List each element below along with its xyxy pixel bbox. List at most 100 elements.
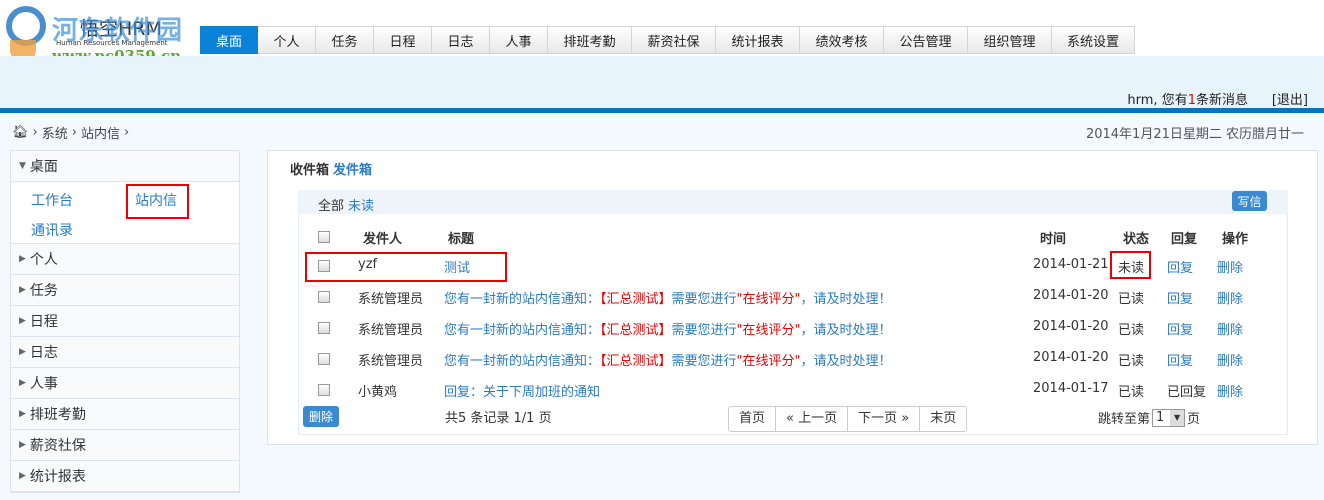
tab-inbox[interactable]: 收件箱 — [290, 163, 329, 178]
pagination: 首页 « 上一页 下一页 » 末页 — [728, 406, 968, 432]
sidebar-item[interactable]: ▶ 排班考勤 — [11, 399, 239, 430]
sidebar-item[interactable]: ▶ 日志 — [11, 337, 239, 368]
message-title-link[interactable]: 回复：关于下周加班的通知 — [444, 381, 600, 400]
filter-bar: 全部 未读 — [298, 190, 1288, 214]
record-summary: 共5 条记录 1/1 页 — [445, 411, 552, 426]
top-band — [0, 56, 1324, 108]
sidebar-item-label: 排班考勤 — [29, 407, 86, 423]
row-status: 已读 — [1118, 292, 1145, 307]
nav-tab[interactable]: 桌面 — [200, 26, 258, 54]
row-delete-link[interactable]: 删除 — [1217, 319, 1243, 338]
current-date: 2014年1月21日星期二 农历腊月廿一 — [1085, 127, 1304, 142]
message-count: 1 — [1187, 93, 1196, 108]
row-checkbox[interactable] — [318, 322, 330, 334]
watermark: 河东软件园 — [52, 16, 183, 46]
logout-link[interactable]: [退出] — [1272, 89, 1308, 108]
sidebar-item-label: 薪资社保 — [29, 438, 86, 454]
row-delete-link[interactable]: 删除 — [1217, 257, 1243, 276]
nav-tab[interactable]: 人事 — [490, 26, 548, 54]
divider-bar — [0, 108, 1324, 113]
sidebar-item-label: 日志 — [29, 345, 58, 361]
caret-right-icon: ▶ — [19, 440, 26, 450]
row-reply[interactable]: 回复 — [1167, 288, 1193, 307]
jump-suffix: 页 — [1187, 412, 1201, 427]
breadcrumb-system[interactable]: 系统 — [42, 123, 68, 142]
nav-tab[interactable]: 日程 — [374, 26, 432, 54]
nav-tab[interactable]: 排班考勤 — [548, 26, 632, 54]
message-title-link[interactable]: 您有一封新的站内信通知：【汇总测试】需要您进行"在线评分"，请及时处理！ — [444, 288, 892, 307]
filter-all[interactable]: 全部 — [318, 195, 344, 214]
sidebar-item-label: 统计报表 — [29, 469, 86, 485]
row-delete-link[interactable]: 删除 — [1217, 288, 1243, 307]
sidebar-item-label: 日程 — [29, 314, 58, 330]
sidebar-item[interactable]: ▶ 统计报表 — [11, 461, 239, 492]
sidebar-item[interactable]: ▶ 任务 — [11, 275, 239, 306]
filter-unread[interactable]: 未读 — [348, 195, 374, 214]
caret-right-icon: ▶ — [19, 471, 26, 481]
first-page-button[interactable]: 首页 — [729, 407, 777, 431]
breadcrumb: 🏠︎ › 系统 › 站内信 › — [12, 123, 130, 142]
page-select[interactable]: 1 ▼ — [1152, 408, 1186, 427]
col-reply: 回复 — [1171, 232, 1198, 247]
row-checkbox[interactable] — [318, 291, 330, 303]
message-title-link[interactable]: 您有一封新的站内信通知：【汇总测试】需要您进行"在线评分"，请及时处理！ — [444, 350, 892, 369]
row-checkbox[interactable] — [318, 353, 330, 365]
nav-tab[interactable]: 绩效考核 — [800, 26, 884, 54]
message-title-link[interactable]: 您有一封新的站内信通知：【汇总测试】需要您进行"在线评分"，请及时处理！ — [444, 319, 892, 338]
row-reply: 已回复 — [1167, 385, 1207, 400]
home-icon[interactable]: 🏠︎ — [12, 125, 29, 140]
user-message[interactable]: hrm, 您有1条新消息 — [1127, 89, 1248, 108]
write-button[interactable]: 写信 — [1232, 191, 1267, 211]
row-sender: 系统管理员 — [358, 354, 424, 369]
delete-button[interactable]: 删除 — [303, 406, 339, 427]
row-status: 已读 — [1118, 385, 1145, 400]
nav-tab[interactable]: 系统设置 — [1052, 26, 1135, 54]
jump-label: 跳转至第 — [1098, 412, 1151, 427]
highlight-box — [126, 184, 189, 219]
message-suffix: 条新消息 — [1195, 93, 1248, 108]
sidebar-submenu: 工作台 站内信 通讯录 — [11, 182, 239, 244]
col-title: 标题 — [448, 232, 475, 247]
row-delete-link[interactable]: 删除 — [1217, 381, 1243, 400]
next-page-button[interactable]: 下一页 » — [848, 407, 921, 431]
caret-right-icon: ▶ — [19, 347, 26, 357]
sidebar-item-desktop[interactable]: ▼ 桌面 — [11, 151, 239, 182]
nav-tab[interactable]: 任务 — [316, 26, 374, 54]
nav-tab[interactable]: 日志 — [432, 26, 490, 54]
nav-tab[interactable]: 薪资社保 — [632, 26, 716, 54]
nav-tab[interactable]: 统计报表 — [716, 26, 800, 54]
last-page-button[interactable]: 末页 — [920, 407, 966, 431]
row-time: 2014-01-20 — [1033, 319, 1109, 334]
sidebar-item[interactable]: ▶ 薪资社保 — [11, 430, 239, 461]
sidebar-sub-contacts[interactable]: 通讯录 — [31, 220, 73, 240]
nav-tab[interactable]: 个人 — [258, 26, 316, 54]
sidebar: ▼ 桌面 工作台 站内信 通讯录 ▶ 个人 ▶ 任务 ▶ 日程 ▶ 日志 ▶ 人事 ▶ 排班考勤 ▶ 薪资社… — [10, 150, 240, 493]
row-delete-link[interactable]: 删除 — [1217, 350, 1243, 369]
sidebar-item-label: 个人 — [29, 252, 58, 268]
sidebar-sub-workbench[interactable]: 工作台 — [31, 190, 73, 210]
select-all-checkbox[interactable] — [318, 231, 330, 243]
row-reply[interactable]: 回复 — [1167, 350, 1193, 369]
row-reply[interactable]: 回复 — [1167, 319, 1193, 338]
caret-right-icon: ▶ — [19, 409, 26, 419]
sidebar-item[interactable]: ▶ 人事 — [11, 368, 239, 399]
chevron-down-icon: ▼ — [1170, 409, 1185, 426]
row-sender: 系统管理员 — [358, 292, 424, 307]
prev-page-button[interactable]: « 上一页 — [776, 407, 849, 431]
sidebar-item[interactable]: ▶ 个人 — [11, 244, 239, 275]
sidebar-item-label: 任务 — [29, 283, 58, 299]
row-status: 已读 — [1118, 354, 1145, 369]
row-checkbox[interactable] — [318, 384, 330, 396]
breadcrumb-messages[interactable]: 站内信 — [81, 123, 120, 142]
message-title-link[interactable]: 回复：关于下周加班的通知 — [444, 385, 600, 400]
row-time: 2014-01-21 — [1033, 257, 1109, 272]
caret-right-icon: ▶ — [19, 378, 26, 388]
row-reply[interactable]: 回复 — [1167, 257, 1193, 276]
nav-tab[interactable]: 公告管理 — [884, 26, 968, 54]
main-nav: 桌面 个人 任务 日程 日志 人事 排班考勤 薪资社保 统计报表 绩效考核 公告管理 组织管理 系统设置 — [200, 26, 1135, 54]
row-time: 2014-01-20 — [1033, 350, 1109, 365]
row-time: 2014-01-17 — [1033, 381, 1109, 396]
nav-tab[interactable]: 组织管理 — [968, 26, 1052, 54]
sidebar-item[interactable]: ▶ 日程 — [11, 306, 239, 337]
tab-outbox[interactable]: 发件箱 — [333, 163, 372, 178]
